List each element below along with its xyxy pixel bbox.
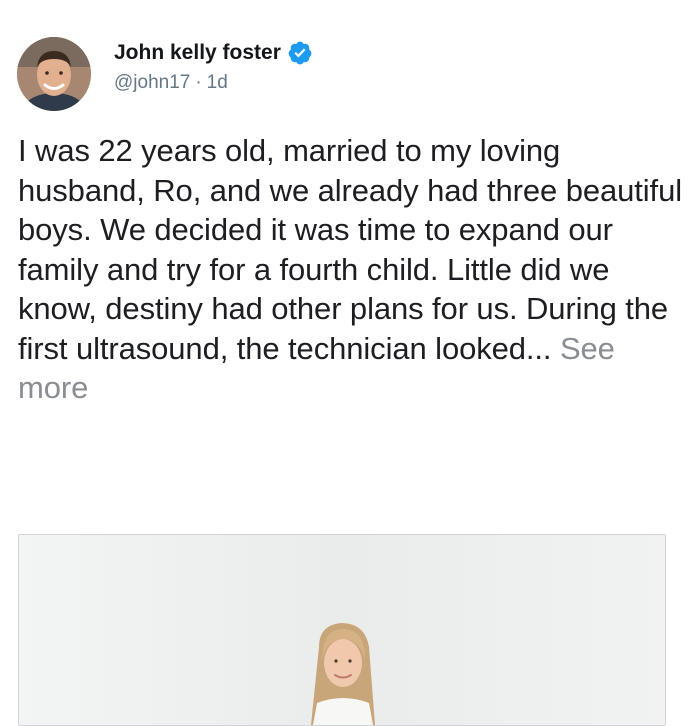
author-display-name[interactable]: John kelly foster [114, 41, 281, 65]
verified-badge-icon [287, 40, 313, 66]
meta-separator: · [195, 72, 202, 93]
author-name-row: John kelly foster [114, 38, 313, 68]
avatar-photo-icon [17, 37, 91, 111]
post-media[interactable] [18, 534, 666, 726]
post-meta: @john17 · 1d [114, 72, 228, 94]
author-avatar[interactable] [17, 37, 91, 111]
post-timestamp[interactable]: 1d [207, 72, 228, 94]
photo-woman-portrait-icon [19, 535, 665, 725]
author-handle[interactable]: @john17 [114, 72, 190, 94]
post-body: I was 22 years old, married to my loving… [18, 131, 688, 408]
